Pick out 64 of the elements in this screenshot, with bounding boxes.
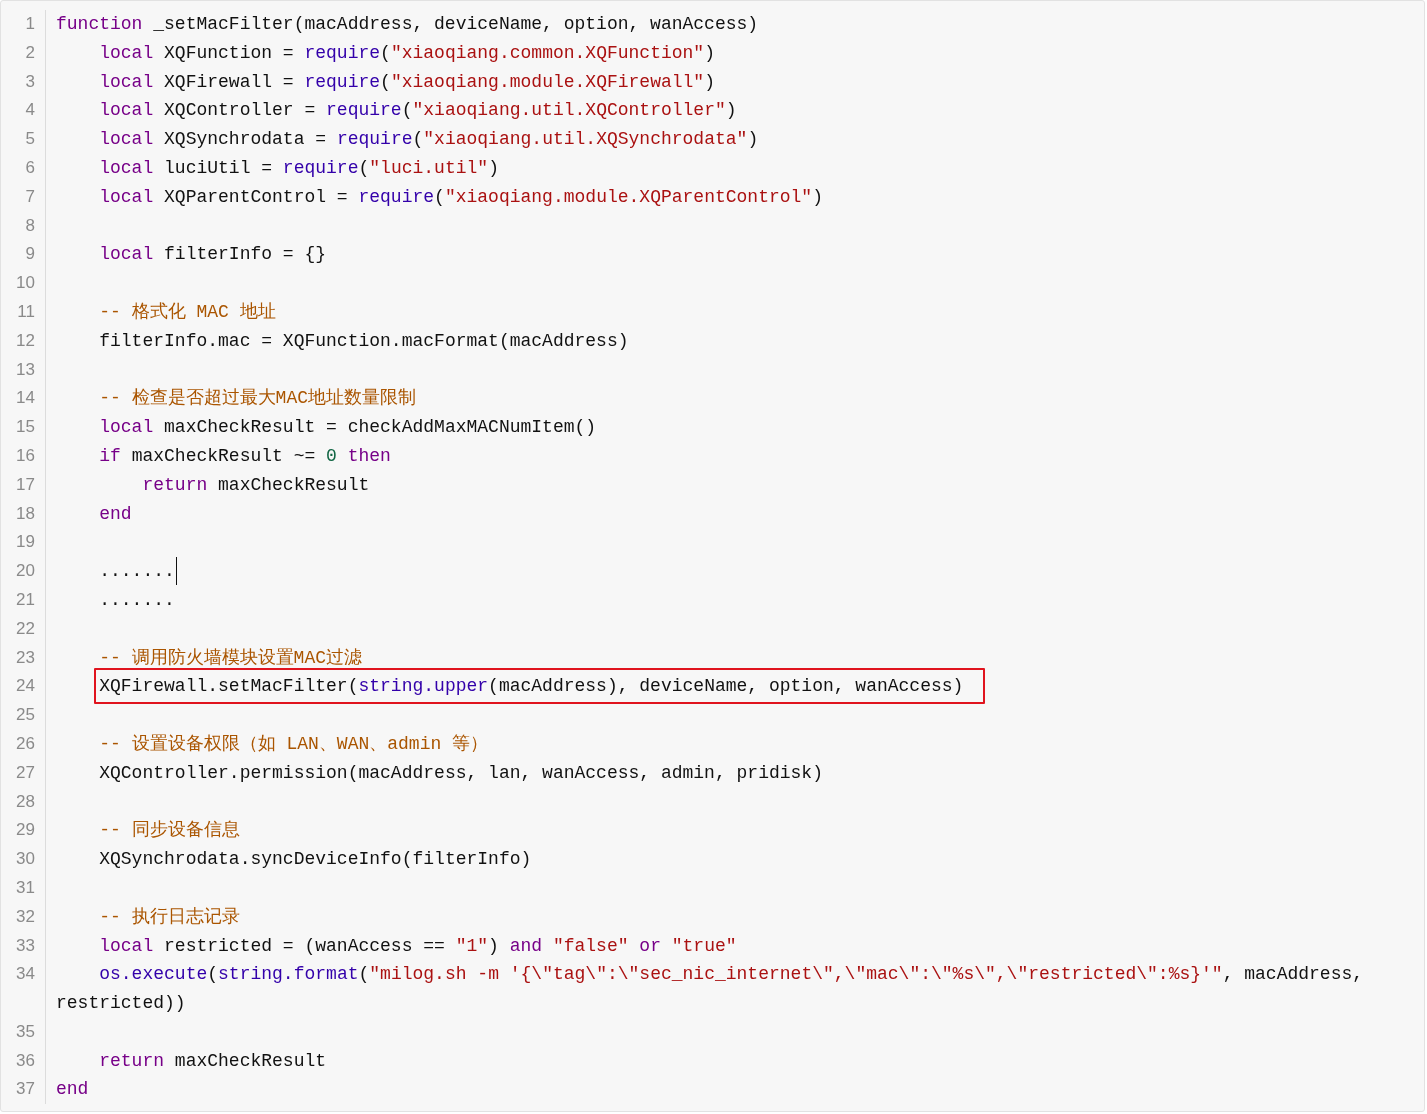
- line-number: 21: [1, 585, 46, 615]
- line-number: 36: [1, 1046, 46, 1076]
- code-line: .......: [99, 561, 175, 582]
- code-line: local filterInfo = {}: [99, 244, 327, 265]
- code-line: os.execute(string.format("milog.sh -m '{\"tag\":\"sec_nic_internet\",\"mac\":\"%s\",\"restricted\":%s}'", macAddress, restricted)): [56, 964, 1365, 1014]
- line-number: 25: [1, 701, 46, 730]
- line-number: 34: [1, 960, 46, 1018]
- code-line: return maxCheckResult: [142, 474, 370, 495]
- code-line: return maxCheckResult: [99, 1050, 327, 1071]
- code-line: -- 同步设备信息: [99, 820, 240, 841]
- code-line: XQSynchrodata.syncDeviceInfo(filterInfo): [99, 849, 532, 870]
- code-line: local XQParentControl = require("xiaoqiang.module.XQParentControl"): [99, 186, 823, 207]
- code-line: local XQController = require("xiaoqiang.util.XQController"): [99, 100, 737, 121]
- line-number: 20: [1, 557, 46, 586]
- line-number: 13: [1, 355, 46, 385]
- line-number: 28: [1, 787, 46, 817]
- line-number: 33: [1, 931, 46, 961]
- line-number: 23: [1, 643, 46, 673]
- code-line: -- 调用防火墙模块设置MAC过滤: [99, 647, 363, 668]
- line-number: 3: [1, 67, 46, 97]
- line-number: 5: [1, 125, 46, 154]
- line-number: 30: [1, 845, 46, 874]
- line-number: 32: [1, 902, 46, 932]
- line-number: 15: [1, 413, 46, 442]
- line-number: 26: [1, 729, 46, 759]
- line-number: 16: [1, 441, 46, 471]
- code-line: if maxCheckResult ~= 0 then: [99, 445, 391, 466]
- line-number: 24: [1, 672, 46, 702]
- code-line: local restricted = (wanAccess == "1") and "false" or "true": [99, 935, 737, 956]
- code-line: -- 检查是否超过最大MAC地址数量限制: [99, 388, 417, 409]
- line-number: 9: [1, 240, 46, 270]
- line-number: 19: [1, 528, 46, 558]
- line-number: 1: [1, 10, 46, 39]
- line-number: 2: [1, 38, 46, 68]
- code-line: filterInfo.mac = XQFunction.macFormat(macAddress): [99, 330, 629, 351]
- line-number: 29: [1, 816, 46, 846]
- line-number: 11: [1, 297, 46, 327]
- code-line: end: [99, 503, 132, 524]
- code-line: .......: [99, 589, 175, 610]
- line-number: 4: [1, 96, 46, 126]
- line-number: 17: [1, 470, 46, 500]
- code-line: local XQSynchrodata = require("xiaoqiang.util.XQSynchrodata"): [99, 129, 759, 150]
- code-line: XQController.permission(macAddress, lan, wanAccess, admin, pridisk): [99, 762, 823, 783]
- code-line: function _setMacFilter(macAddress, deviceName, option, wanAccess): [56, 14, 759, 34]
- code-line: local luciUtil = require("luci.util"): [99, 158, 499, 178]
- code-line: local XQFirewall = require("xiaoqiang.module.XQFirewall"): [99, 71, 715, 92]
- line-number: 37: [1, 1075, 46, 1105]
- line-number: 12: [1, 326, 46, 356]
- line-number: 10: [1, 269, 46, 298]
- line-number: 6: [1, 154, 46, 183]
- code-line: -- 设置设备权限（如 LAN、WAN、admin 等）: [99, 733, 489, 754]
- code-line: local maxCheckResult = checkAddMaxMACNumItem(): [99, 417, 597, 438]
- line-number: 14: [1, 384, 46, 414]
- line-number: 35: [1, 1017, 46, 1047]
- code-line: -- 格式化 MAC 地址: [99, 301, 276, 322]
- line-number: 31: [1, 873, 46, 903]
- line-number: 22: [1, 614, 46, 644]
- line-number: 8: [1, 211, 46, 241]
- line-number: 27: [1, 758, 46, 788]
- code-line: local XQFunction = require("xiaoqiang.common.XQFunction"): [99, 42, 715, 63]
- code-line: end: [56, 1079, 89, 1100]
- code-line: -- 执行日志记录: [99, 906, 240, 927]
- line-number: 18: [1, 499, 46, 529]
- line-number: 7: [1, 182, 46, 212]
